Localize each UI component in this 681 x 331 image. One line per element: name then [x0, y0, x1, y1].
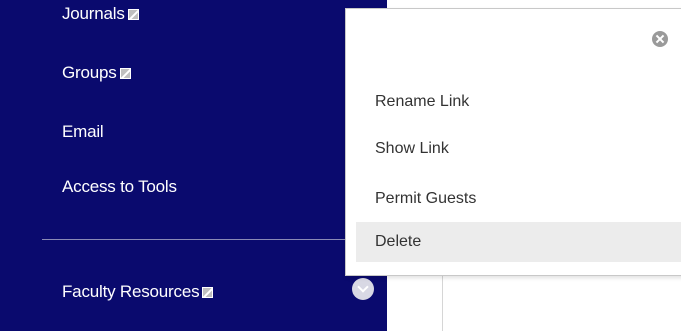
sidebar-item-email[interactable]: Email [62, 122, 104, 142]
menu-item-label: Show Link [375, 140, 449, 157]
menu-item-permit-guests[interactable]: Permit Guests [356, 179, 681, 219]
menu-item-label: Permit Guests [375, 190, 477, 207]
menu-item-label: Rename Link [375, 93, 470, 110]
hidden-link-icon [119, 67, 131, 79]
course-menu-sidebar: Journals Groups Email Access to Tools Fa… [0, 0, 387, 331]
sidebar-item-groups[interactable]: Groups [62, 63, 131, 83]
close-icon[interactable] [652, 31, 668, 47]
sidebar-item-label: Access to Tools [62, 177, 177, 196]
hidden-link-icon [202, 286, 214, 298]
context-menu: Rename Link Show Link Permit Guests Dele… [345, 8, 681, 276]
sidebar-item-journals[interactable]: Journals [62, 4, 139, 24]
chevron-down-icon[interactable] [352, 278, 374, 300]
hidden-link-icon [127, 8, 139, 20]
sidebar-item-label: Groups [62, 63, 117, 82]
column-divider [442, 276, 443, 331]
sidebar-item-label: Journals [62, 4, 125, 23]
menu-item-delete[interactable]: Delete [356, 222, 681, 262]
sidebar-item-access-to-tools[interactable]: Access to Tools [62, 177, 177, 197]
sidebar-item-label: Faculty Resources [62, 282, 200, 301]
content-area [387, 276, 681, 331]
sidebar-item-label: Email [62, 122, 104, 141]
menu-item-label: Delete [375, 233, 422, 250]
menu-item-show-link[interactable]: Show Link [356, 129, 681, 169]
menu-item-rename-link[interactable]: Rename Link [356, 82, 681, 122]
sidebar-divider [42, 239, 352, 240]
sidebar-item-faculty-resources[interactable]: Faculty Resources [62, 282, 214, 302]
